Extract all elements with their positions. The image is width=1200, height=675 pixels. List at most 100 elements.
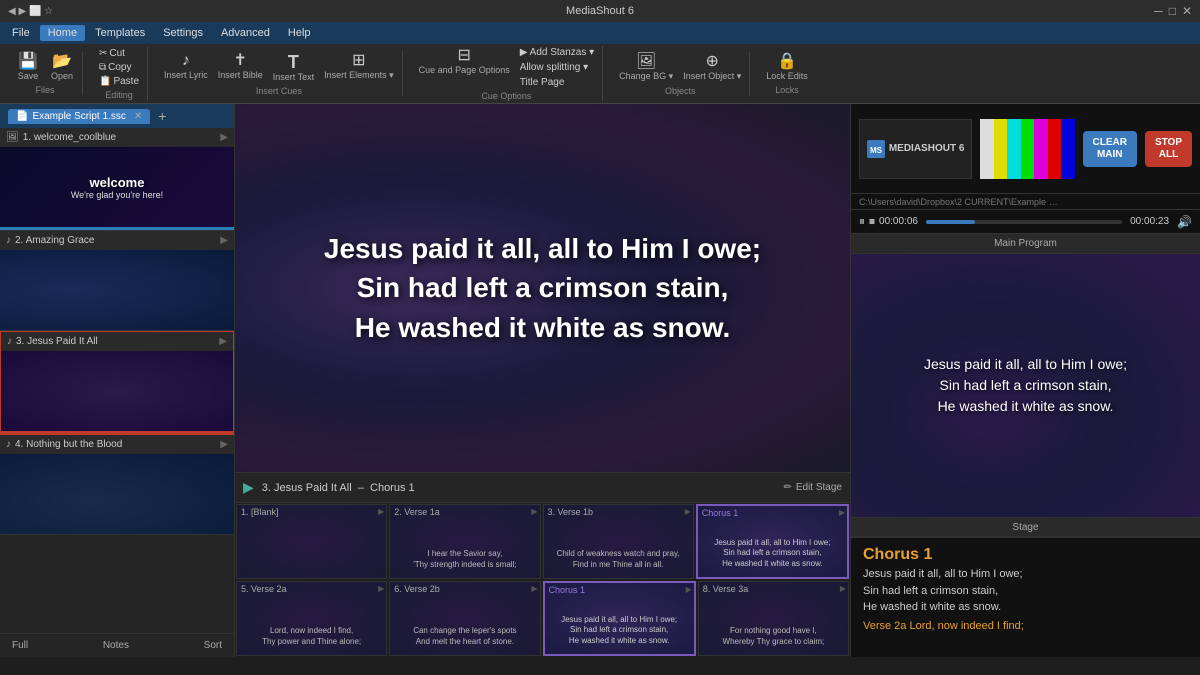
locks-label: Locks — [775, 85, 799, 95]
menu-settings[interactable]: Settings — [155, 25, 211, 41]
strip-cell-8[interactable]: 8. Verse 3a ▶ For nothing good have I,Wh… — [698, 581, 849, 656]
menu-home[interactable]: Home — [40, 25, 85, 41]
cue-4-icon: ♪ — [6, 439, 11, 450]
editing-label: Editing — [105, 90, 133, 100]
strip-cell-6-label: 6. Verse 2b — [394, 584, 535, 594]
play-pause-button[interactable]: ⏸ — [859, 214, 865, 229]
full-button[interactable]: Full — [8, 638, 32, 653]
lyric-icon: ♪ — [182, 53, 190, 69]
stage-verse: Verse 2a Lord, now indeed I find; — [863, 620, 1188, 632]
notes-button[interactable]: Notes — [99, 638, 133, 653]
main-program-title: Main Program — [994, 238, 1057, 249]
menu-help[interactable]: Help — [280, 25, 319, 41]
objects-label: Objects — [665, 86, 696, 96]
cue-item-1[interactable]: 🖼 1. welcome_coolblue ▶ welcome We're gl… — [0, 128, 234, 231]
strip-cell-2[interactable]: 2. Verse 1a ▶ I hear the Savior say,'Thy… — [389, 504, 540, 579]
pencil-icon: ✏ — [783, 482, 791, 493]
copy-button[interactable]: ⧉ Copy — [95, 61, 143, 74]
objects-group: 🖼 Change BG ▾ ⊕ Insert Object ▾ Objects — [611, 52, 750, 96]
strip-cell-4-chorus[interactable]: Chorus 1 ▶ Jesus paid it all, all to Him… — [696, 504, 849, 579]
stop-all-button[interactable]: STOP ALL — [1145, 131, 1192, 167]
logo-area: MS MEDIASHOUT 6 CLEAR MAIN STOP ALL — [851, 104, 1200, 194]
paste-button[interactable]: 📋 Paste — [95, 75, 143, 88]
strip-cell-5-arrow: ▶ — [378, 584, 384, 593]
cue-2-thumbnail — [0, 250, 234, 330]
mediashout-logo-box: MS MEDIASHOUT 6 — [859, 119, 972, 179]
maximize-icon[interactable]: □ — [1169, 4, 1176, 18]
menubar: File Home Templates Settings Advanced He… — [0, 22, 1200, 44]
open-button[interactable]: 📂 Open — [46, 52, 78, 83]
cue-item-4[interactable]: ♪ 4. Nothing but the Blood ▶ — [0, 435, 234, 535]
cue-play-button[interactable]: ▶ — [243, 479, 254, 496]
strip-cell-3-label: 3. Verse 1b — [548, 507, 689, 517]
color-bar-4 — [1021, 119, 1034, 179]
cue-3-thumbnail — [1, 351, 233, 431]
strip-cell-2-content: I hear the Savior say,'Thy strength inde… — [394, 549, 535, 570]
filepath-text: C:\Users\david\Dropbox\2 CURRENT\Example… — [859, 197, 1059, 207]
strip-cell-8-content: For nothing good have I,Whereby Thy grac… — [703, 626, 844, 647]
strip-cell-6[interactable]: 6. Verse 2b ▶ Can change the leper's spo… — [389, 581, 540, 656]
color-bar-5 — [1034, 119, 1047, 179]
app-icons: ◀ ▶ ⬜ ☆ — [8, 6, 53, 17]
time-current: 00:00:06 — [879, 216, 918, 227]
paste-icon: 📋 — [99, 76, 111, 87]
main-area: 📄 Example Script 1.ssc ✕ + 🖼 1. welcome_… — [0, 104, 1200, 657]
stage-header: Stage — [851, 517, 1200, 537]
add-script-tab-button[interactable]: + — [154, 108, 170, 124]
strip-cell-8-label: 8. Verse 3a — [703, 584, 844, 594]
color-bars — [980, 119, 1074, 179]
cue-strip-row-2: 5. Verse 2a ▶ Lord, now indeed I find,Th… — [235, 580, 850, 657]
script-close-icon[interactable]: ✕ — [134, 111, 142, 122]
menu-templates[interactable]: Templates — [87, 25, 153, 41]
strip-cell-3[interactable]: 3. Verse 1b ▶ Child of weakness watch an… — [543, 504, 694, 579]
save-icon: 💾 — [18, 54, 38, 70]
strip-cell-1[interactable]: 1. [Blank] ▶ — [236, 504, 387, 579]
open-icon: 📂 — [52, 54, 72, 70]
stage-lyric-1: Jesus paid it all, all to Him I owe; — [863, 566, 1188, 583]
insert-bible-button[interactable]: ✝ Insert Bible — [214, 51, 267, 84]
insert-elements-button[interactable]: ⊞ Insert Elements ▾ — [320, 51, 398, 84]
menu-advanced[interactable]: Advanced — [213, 25, 278, 41]
cue-item-3[interactable]: ♪ 3. Jesus Paid It All ▶ — [0, 331, 234, 435]
allow-splitting-button[interactable]: ▶ Add Stanzas ▾ — [516, 46, 598, 59]
cue-item-2[interactable]: ♪ 2. Amazing Grace ▶ — [0, 231, 234, 331]
mp-line2: Sin had left a crimson stain, — [924, 375, 1127, 396]
cue-1-title: 1. welcome_coolblue — [23, 132, 217, 143]
progress-bar[interactable] — [926, 220, 1122, 224]
progress-fill — [926, 220, 975, 224]
cue-options-group: ⊟ Cue and Page Options ▶ Add Stanzas ▾ A… — [411, 46, 604, 101]
sort-button[interactable]: Sort — [200, 638, 226, 653]
stage-lyric-3: He washed it white as snow. — [863, 599, 1188, 616]
strip-cell-5[interactable]: 5. Verse 2a ▶ Lord, now indeed I find,Th… — [236, 581, 387, 656]
color-bar-2 — [994, 119, 1007, 179]
minimize-icon[interactable]: ─ — [1154, 4, 1163, 18]
menu-file[interactable]: File — [4, 25, 38, 41]
volume-icon[interactable]: 🔊 — [1177, 215, 1192, 229]
close-icon[interactable]: ✕ — [1182, 4, 1192, 18]
cue-options-icon: ⊟ — [457, 48, 470, 64]
locks-group: 🔒 Lock Edits Locks — [758, 52, 816, 95]
save-button[interactable]: 💾 Save — [12, 52, 44, 83]
clear-main-button[interactable]: CLEAR MAIN — [1083, 131, 1137, 167]
script-tab[interactable]: 📄 Example Script 1.ssc ✕ — [8, 109, 150, 124]
lock-edits-button[interactable]: 🔒 Lock Edits — [762, 52, 812, 83]
cue-2-arrow: ▶ — [220, 235, 228, 246]
insert-text-button[interactable]: T Insert Text — [269, 51, 318, 84]
strip-cell-7-chorus[interactable]: Chorus 1 ▶ Jesus paid it all, all to Him… — [543, 581, 696, 656]
insert-object-button[interactable]: ⊕ Insert Object ▾ — [679, 52, 745, 84]
change-bg-button[interactable]: 🖼 Change BG ▾ — [615, 52, 677, 84]
allow-splitting-dropdown[interactable]: Allow splitting ▾ — [516, 61, 598, 74]
cue-1-icon: 🖼 — [6, 132, 19, 143]
files-group: 💾 Save 📂 Open Files — [8, 52, 83, 95]
preview-text: Jesus paid it all, all to Him I owe; Sin… — [324, 229, 761, 347]
stop-button[interactable]: ⏹ — [869, 214, 875, 229]
insert-lyric-button[interactable]: ♪ Insert Lyric — [160, 51, 212, 84]
color-bar-6 — [1048, 119, 1061, 179]
cue-page-options-button[interactable]: ⊟ Cue and Page Options — [415, 46, 514, 89]
cue-options-label: Cue Options — [481, 91, 531, 101]
title-page-button[interactable]: Title Page — [516, 76, 598, 89]
left-footer: Full Notes Sort — [0, 633, 234, 657]
edit-stage-button[interactable]: ✏ Edit Stage — [783, 482, 842, 493]
stage-lyrics: Jesus paid it all, all to Him I owe; Sin… — [863, 566, 1188, 616]
cut-button[interactable]: ✂ Cut — [95, 47, 143, 60]
